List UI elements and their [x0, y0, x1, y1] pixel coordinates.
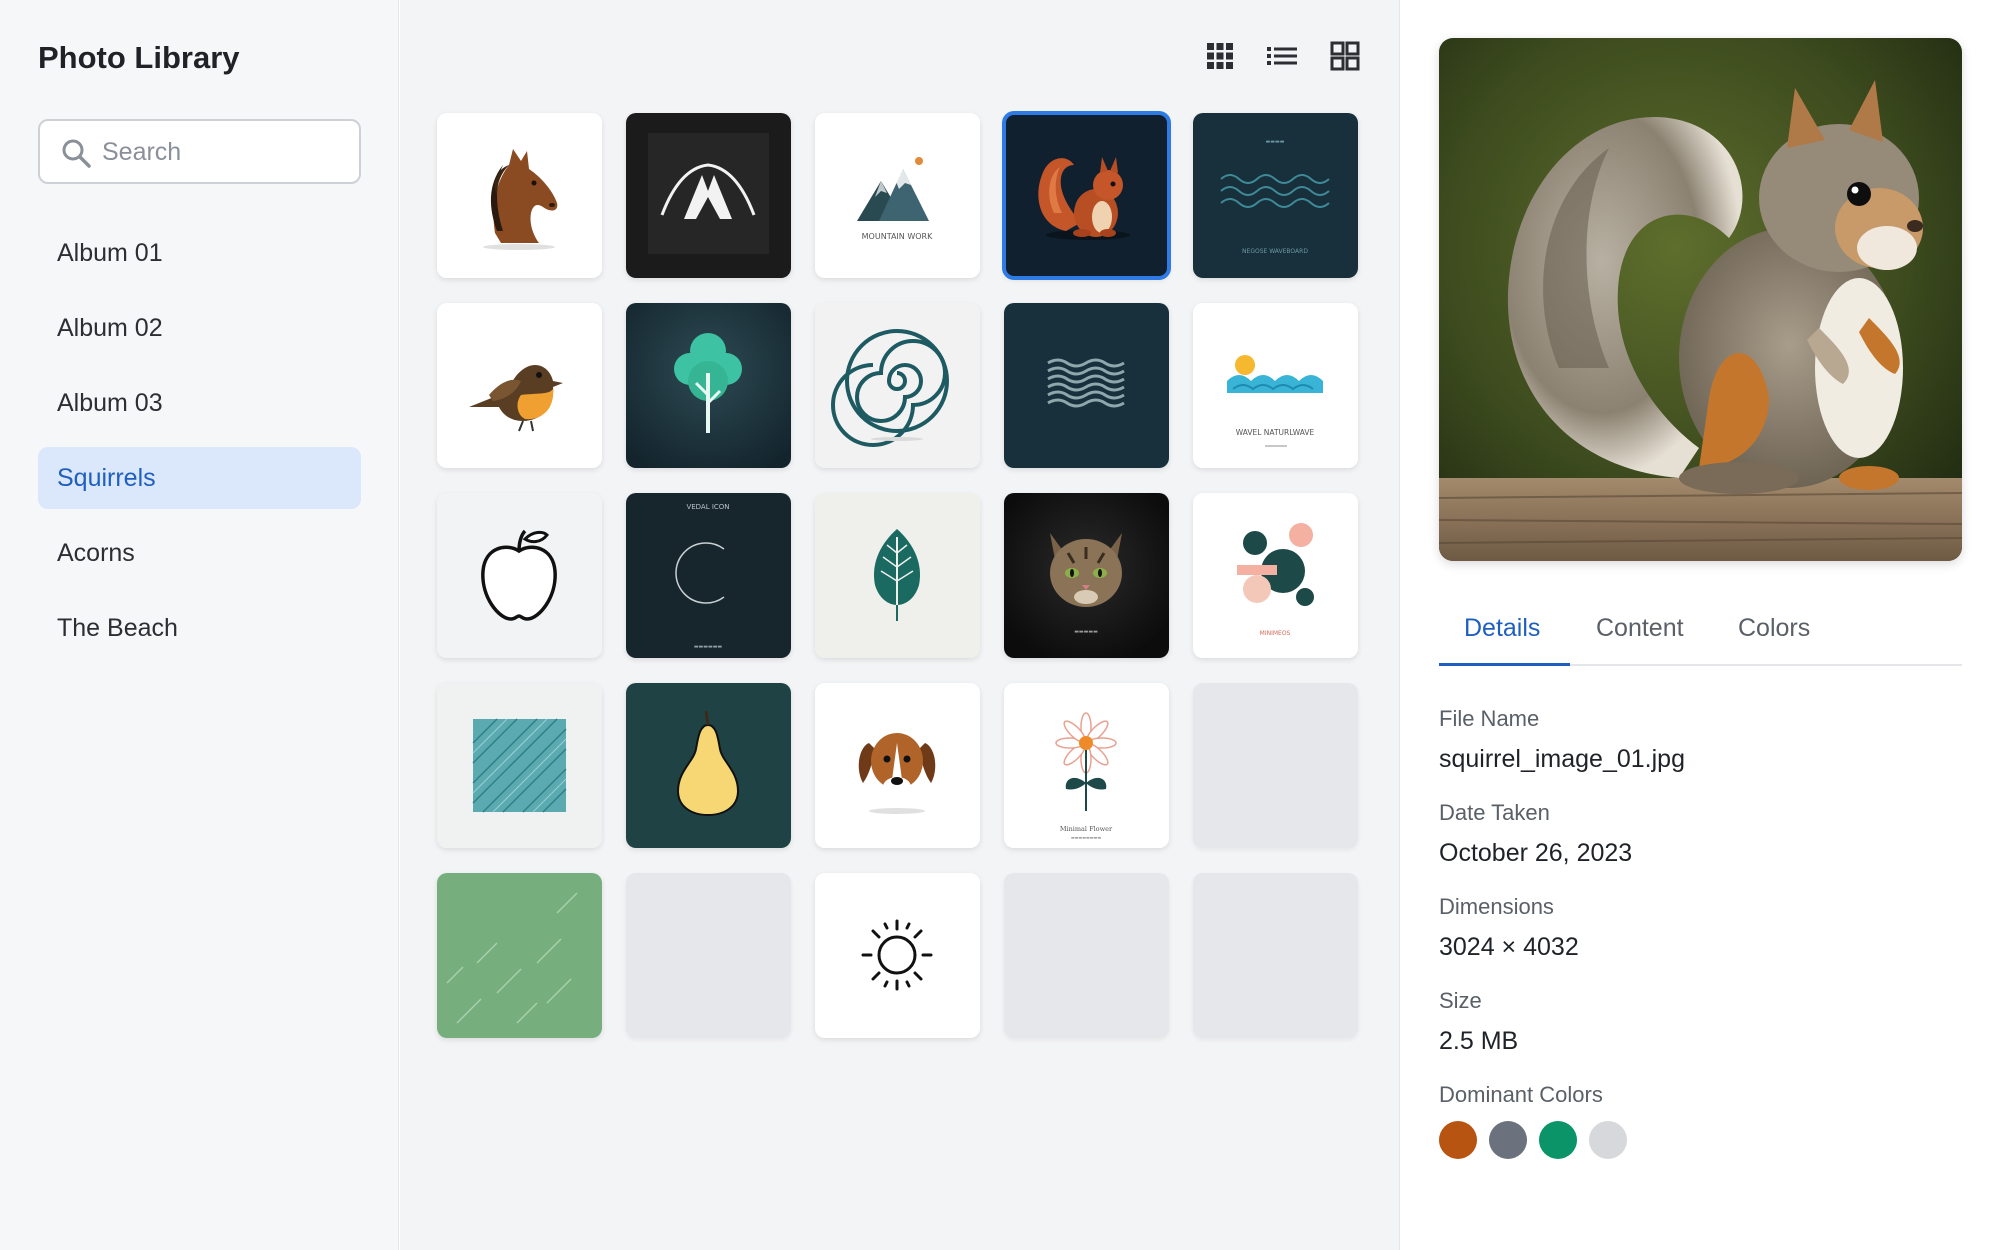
- sidebar-item-album-02[interactable]: Album 02: [38, 297, 361, 359]
- size-label: Size: [1439, 988, 1482, 1013]
- thumbnail-horse[interactable]: [437, 113, 602, 278]
- sidebar-item-acorns[interactable]: Acorns: [38, 522, 361, 584]
- small-grid-icon[interactable]: [1202, 38, 1238, 74]
- thumbnail-caption: Minimal Flower: [1060, 825, 1113, 833]
- thumbnail-cat[interactable]: ▬▬▬▬▬: [1004, 493, 1169, 658]
- thumbnail-moon[interactable]: VEDAL ICON ▬▬▬▬▬▬: [626, 493, 791, 658]
- svg-text:▬▬▬▬: ▬▬▬▬: [1266, 139, 1285, 145]
- thumbnail-caption: VEDAL ICON: [686, 503, 729, 511]
- size-value: 2.5 MB: [1439, 1027, 1519, 1055]
- dominant-colors-label: Dominant Colors: [1439, 1082, 1603, 1107]
- thumbnail-mountains[interactable]: MOUNTAIN WORK: [815, 113, 980, 278]
- thumbnail-squirrel[interactable]: [1002, 111, 1171, 280]
- sidebar-item-album-01[interactable]: Album 01: [38, 222, 361, 284]
- thumbnail-caption: NEGOSE WAVEBOARD: [1242, 248, 1308, 255]
- thumbnail-placeholder[interactable]: [1193, 683, 1358, 848]
- thumbnail-wave-stripes[interactable]: [1004, 303, 1169, 468]
- album-list: Album 01 Album 02 Album 03 Squirrels Aco…: [38, 222, 361, 672]
- file-name-value: squirrel_image_01.jpg: [1439, 745, 1685, 773]
- thumbnail-tent-arch[interactable]: [626, 113, 791, 278]
- thumbnail-caption: MOUNTAIN WORK: [862, 232, 933, 241]
- details-tabs: Details Content Colors: [1439, 600, 1962, 666]
- thumbnail-teal-texture[interactable]: [437, 683, 602, 848]
- thumbnail-sun[interactable]: [815, 873, 980, 1038]
- svg-text:▬▬▬▬▬▬▬▬: ▬▬▬▬▬▬▬▬: [1071, 835, 1101, 840]
- thumbnail-placeholder[interactable]: [626, 873, 791, 1038]
- sidebar-item-label: Album 01: [57, 238, 163, 267]
- thumbnail-tree[interactable]: [626, 303, 791, 468]
- color-swatch[interactable]: [1439, 1121, 1477, 1159]
- tab-details[interactable]: Details: [1464, 614, 1540, 643]
- thumbnail-apple[interactable]: [437, 493, 602, 658]
- sidebar-item-squirrels[interactable]: Squirrels: [38, 447, 361, 509]
- active-tab-indicator: [1439, 663, 1570, 666]
- large-grid-icon[interactable]: [1327, 38, 1363, 74]
- thumbnail-caption: WAVEL NATURLWAVE: [1236, 428, 1315, 437]
- thumbnail-waves-dark[interactable]: ▬▬▬▬ NEGOSE WAVEBOARD: [1193, 113, 1358, 278]
- thumbnail-pear[interactable]: [626, 683, 791, 848]
- thumbnail-sun-waves[interactable]: WAVEL NATURLWAVE: [1193, 303, 1358, 468]
- sidebar-item-label: Squirrels: [57, 463, 156, 492]
- sidebar-item-label: Album 03: [57, 388, 163, 417]
- sidebar: Photo Library Album 01 Album 02 Album 03…: [0, 0, 399, 1250]
- search-box[interactable]: [38, 119, 361, 184]
- color-swatch[interactable]: [1589, 1121, 1627, 1159]
- sidebar-item-album-03[interactable]: Album 03: [38, 372, 361, 434]
- squirrel-photo: [1439, 38, 1962, 561]
- color-swatch[interactable]: [1489, 1121, 1527, 1159]
- details-panel: Details Content Colors File Name squirre…: [1401, 0, 2000, 1250]
- dimensions-value: 3024 × 4032: [1439, 933, 1579, 961]
- thumbnail-area: MOUNTAIN WORK ▬▬▬▬ NEGOSE WAVEBOARD WAVE…: [400, 0, 1400, 1250]
- thumbnail-spiral[interactable]: [815, 303, 980, 468]
- date-taken-value: October 26, 2023: [1439, 839, 1633, 867]
- search-icon: [62, 139, 91, 168]
- dimensions-label: Dimensions: [1439, 894, 1554, 919]
- thumbnail-leaf[interactable]: [815, 493, 980, 658]
- sidebar-item-the-beach[interactable]: The Beach: [38, 597, 361, 659]
- file-name-label: File Name: [1439, 706, 1540, 731]
- svg-text:▬▬▬▬▬: ▬▬▬▬▬: [1074, 629, 1098, 635]
- color-swatch[interactable]: [1539, 1121, 1577, 1159]
- thumbnail-caption: MINIMEOS: [1260, 630, 1291, 637]
- sidebar-item-label: The Beach: [57, 613, 178, 642]
- svg-text:▬▬▬▬▬▬: ▬▬▬▬▬▬: [694, 644, 723, 650]
- thumbnail-abstract-shapes[interactable]: MINIMEOS: [1193, 493, 1358, 658]
- thumbnail-flower[interactable]: Minimal Flower ▬▬▬▬▬▬▬▬: [1004, 683, 1169, 848]
- list-icon[interactable]: [1264, 38, 1300, 74]
- image-preview: [1439, 38, 1962, 561]
- thumbnail-dog[interactable]: [815, 683, 980, 848]
- sidebar-item-label: Album 02: [57, 313, 163, 342]
- thumbnail-placeholder[interactable]: [1193, 873, 1358, 1038]
- tab-colors[interactable]: Colors: [1738, 614, 1810, 643]
- tab-content[interactable]: Content: [1596, 614, 1684, 643]
- thumbnail-grid: MOUNTAIN WORK ▬▬▬▬ NEGOSE WAVEBOARD WAVE…: [437, 111, 1358, 1038]
- date-taken-label: Date Taken: [1439, 800, 1550, 825]
- thumbnail-placeholder[interactable]: [1004, 873, 1169, 1038]
- thumbnail-bird[interactable]: [437, 303, 602, 468]
- thumbnail-green-pattern[interactable]: [437, 873, 602, 1038]
- search-input[interactable]: [102, 131, 352, 173]
- sidebar-item-label: Acorns: [57, 538, 135, 567]
- app-title: Photo Library: [38, 40, 240, 75]
